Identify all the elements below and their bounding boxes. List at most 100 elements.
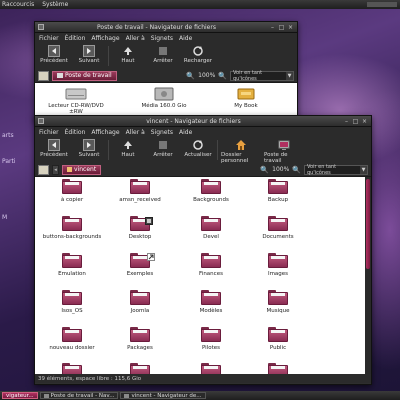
zoom-out-icon[interactable]: 🔍 [260,166,269,174]
folder-item[interactable]: à copier [38,179,106,204]
folder-item[interactable]: Signatures [244,363,312,374]
folder-item[interactable]: Devel [177,216,245,241]
taskbar-button[interactable]: vigateur... [2,392,38,399]
folder-label: Packages [127,345,153,351]
folder-label: Images [267,271,289,277]
front-window-title: vincent - Navigateur de fichiers [146,117,241,125]
menu-file[interactable]: Fichier [39,129,59,136]
minimize-icon[interactable]: – [269,24,276,31]
window-icon [124,393,130,398]
panel-menu-shortcuts[interactable]: Raccourcis [2,1,34,8]
menu-help[interactable]: Aide [179,129,192,136]
menu-edit[interactable]: Édition [65,35,86,42]
folder-item[interactable]: Desktop [106,216,174,241]
folder-item[interactable]: Emulation [38,253,106,278]
up-button[interactable]: Haut [112,139,144,158]
reload-button[interactable]: Recharger [182,45,214,64]
up-button[interactable]: Haut [112,45,144,64]
location-toggle-icon[interactable] [38,70,49,81]
folder-icon [62,179,82,194]
home-button[interactable]: Dossier personnel [221,139,261,164]
folder-item[interactable]: buttons-backgrounds [38,216,106,241]
menu-go[interactable]: Aller à [126,129,145,136]
close-icon[interactable]: × [361,118,368,125]
folder-item[interactable]: nouveau dossier [38,327,106,352]
menu-edit[interactable]: Édition [65,129,86,136]
menu-bookmarks[interactable]: Signets [151,35,173,42]
view-mode-select[interactable]: Voir en tant qu'icônes ▼ [304,164,368,176]
minimize-icon[interactable]: – [343,118,350,125]
back-window-title: Poste de travail - Navigateur de fichier… [97,23,216,31]
device-label: Lecteur CD-RW/DVD ±RW [48,103,104,115]
folder-item[interactable]: amsn_received [106,179,174,204]
folder-item[interactable]: Shared [177,363,245,374]
device-disk[interactable]: Média 160.0 Gio [129,87,199,109]
folder-item[interactable]: Serveurs [106,363,174,374]
breadcrumb-left-arrow-icon[interactable]: ◂ [52,164,59,175]
menu-help[interactable]: Aide [179,35,192,42]
zoom-in-icon[interactable]: 🔍 [292,166,301,174]
forward-button[interactable]: Suivant [73,139,105,158]
breadcrumb-home[interactable]: vincent [62,164,102,175]
breadcrumb-computer[interactable]: Poste de travail [52,70,117,81]
menu-view[interactable]: Affichage [91,129,119,136]
window-buttons: – □ × [343,118,368,125]
folder-item[interactable]: Public [244,327,312,352]
folder-item[interactable]: Finances [177,253,245,278]
folder-item[interactable]: Backgrounds [177,179,245,204]
taskbar-button[interactable]: Poste de travail - Nav... [39,392,119,399]
usb-drive-icon [235,87,257,101]
zoom-level: 100% [272,166,290,173]
device-mybook[interactable]: My Book [211,87,281,109]
back-window-titlebar[interactable]: Poste de travail - Navigateur de fichier… [35,22,297,33]
folder-label: Public [269,345,287,351]
menu-file[interactable]: Fichier [39,35,59,42]
folder-item[interactable]: Images [244,253,312,278]
vertical-scrollbar[interactable] [365,177,371,374]
location-toggle-icon[interactable] [38,164,49,175]
folder-item[interactable]: Joomla [106,290,174,315]
menu-bookmarks[interactable]: Signets [151,129,173,136]
arrow-up-icon [122,139,134,151]
folder-label: Desktop [128,234,152,240]
folder-item[interactable]: Exemples [106,253,174,278]
folder-item[interactable]: Modèles [177,290,245,315]
view-mode-select[interactable]: Voir en tant qu'icônes ▼ [230,70,294,82]
zoom-out-icon[interactable]: 🔍 [186,72,195,80]
folder-item[interactable]: Isos_OS [38,290,106,315]
back-button[interactable]: Précédent [38,45,70,64]
desktop-label[interactable]: arts [2,132,14,139]
close-icon[interactable]: × [287,24,294,31]
taskbar-label: Poste de travail - Nav... [50,392,115,399]
panel-menu-system[interactable]: Système [42,1,68,8]
computer-button[interactable]: Poste de travail [264,139,304,164]
zoom-in-icon[interactable]: 🔍 [218,72,227,80]
back-button[interactable]: Précédent [38,139,70,158]
desktop-label[interactable]: M [2,214,7,221]
desktop-label[interactable]: Parti [2,158,16,165]
folder-item[interactable]: Pilotes [177,327,245,352]
device-cdrom[interactable]: Lecteur CD-RW/DVD ±RW [41,87,111,115]
reload-button[interactable]: Actualiser [182,139,214,158]
taskbar-button[interactable]: vincent - Navigateur de... [120,392,206,399]
stop-button[interactable]: Arrêter [147,45,179,64]
folder-label: Musique [266,308,290,314]
folder-label: Backgrounds [193,197,229,203]
front-locationbar: ◂ vincent 🔍 100% 🔍 Voir en tant qu'icône… [35,163,371,177]
symlink-arrow-icon [147,253,155,261]
maximize-icon[interactable]: □ [352,118,359,125]
forward-button[interactable]: Suivant [73,45,105,64]
folder-item[interactable]: Musique [244,290,312,315]
folder-item[interactable]: rescue [38,363,106,374]
arrow-left-icon [48,139,60,151]
folder-item[interactable]: Packages [106,327,174,352]
maximize-icon[interactable]: □ [278,24,285,31]
menu-view[interactable]: Affichage [91,35,119,42]
folder-item[interactable]: Backup [244,179,312,204]
front-window-titlebar[interactable]: vincent - Navigateur de fichiers – □ × [35,116,371,127]
folder-item[interactable]: Documents [244,216,312,241]
stop-button[interactable]: Arrêter [147,139,179,158]
menu-go[interactable]: Aller à [126,35,145,42]
scrollbar-thumb[interactable] [366,179,370,269]
back-toolbar: Précédent Suivant Haut Arrêter Recharger [35,43,297,69]
